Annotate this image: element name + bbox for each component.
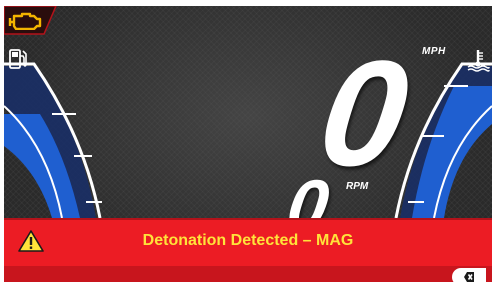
dismiss-button[interactable] (452, 268, 486, 282)
warning-triangle-icon (18, 230, 44, 252)
rpm-unit-label: RPM (346, 181, 369, 192)
engine-warning-icon (8, 12, 42, 30)
fuel-pump-icon (9, 49, 27, 69)
fuel-gauge (4, 62, 102, 219)
dashboard-screen: 0 MPH 0 RPM Detonation Detected – MAG (4, 6, 492, 282)
alert-footer (4, 266, 492, 282)
alert-bar: Detonation Detected – MAG (4, 218, 492, 266)
dismiss-icon (464, 272, 474, 282)
speed-readout: 0 (310, 29, 418, 197)
alert-message: Detonation Detected – MAG (142, 232, 354, 249)
alert-banner: Detonation Detected – MAG (4, 218, 492, 282)
speed-unit-label: MPH (422, 46, 446, 57)
coolant-temperature-icon (467, 50, 490, 72)
